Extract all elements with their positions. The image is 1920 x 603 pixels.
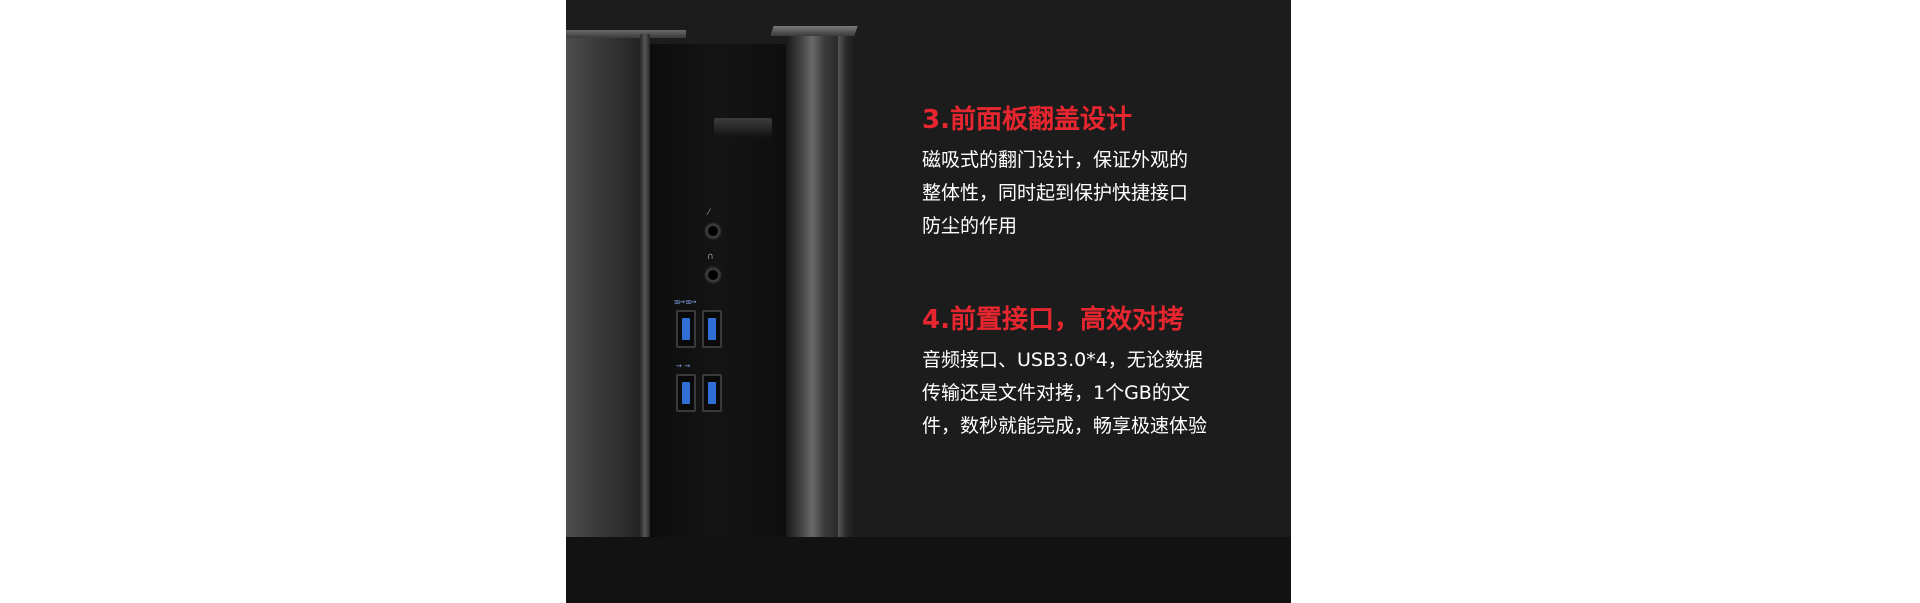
section-1-line: 磁吸式的翻门设计，保证外观的 bbox=[922, 149, 1189, 171]
usb-icon: ⇝ ⇝ bbox=[676, 362, 690, 370]
section-2-description: 音频接口、USB3.0*4，无论数据 传输还是文件对拷，1个GB的文 件，数秒就… bbox=[922, 344, 1207, 443]
section-1-line: 防尘的作用 bbox=[922, 215, 1018, 237]
usb-port bbox=[676, 310, 696, 348]
product-feature-panel: ⁄ ∩ ss⇝ ss⇝ ⇝ ⇝ 3.前面板翻盖设计 磁吸式的翻门设计，保证外观的… bbox=[566, 0, 1291, 603]
usb-port bbox=[702, 310, 722, 348]
flip-door-top bbox=[770, 26, 858, 36]
headphone-jack bbox=[704, 266, 722, 284]
section-1-heading: 3.前面板翻盖设计 bbox=[922, 105, 1132, 135]
case-side bbox=[566, 32, 640, 537]
case-bezel bbox=[640, 34, 650, 537]
headphone-icon: ∩ bbox=[707, 252, 714, 262]
usb-icon: ss⇝ ss⇝ bbox=[674, 298, 697, 306]
front-port-panel: ⁄ ∩ ss⇝ ss⇝ ⇝ ⇝ bbox=[650, 44, 786, 537]
section-2-line: 件，数秒就能完成，畅享极速体验 bbox=[922, 415, 1208, 437]
pc-case-illustration: ⁄ ∩ ss⇝ ss⇝ ⇝ ⇝ bbox=[566, 0, 876, 537]
section-2-line: 音频接口、USB3.0*4，无论数据 bbox=[922, 349, 1203, 371]
usb-port bbox=[676, 374, 696, 412]
section-2-heading: 4.前置接口，高效对拷 bbox=[922, 305, 1184, 335]
page-canvas: ⁄ ∩ ss⇝ ss⇝ ⇝ ⇝ 3.前面板翻盖设计 磁吸式的翻门设计，保证外观的… bbox=[0, 0, 1920, 603]
section-2-line: 传输还是文件对拷，1个GB的文 bbox=[922, 382, 1190, 404]
microphone-icon: ⁄ bbox=[708, 208, 710, 218]
section-1-line: 整体性，同时起到保护快捷接口 bbox=[922, 182, 1189, 204]
case-top-edge bbox=[566, 30, 686, 38]
flip-door bbox=[786, 30, 838, 537]
door-latch bbox=[714, 118, 772, 138]
footer-band bbox=[566, 537, 1291, 603]
usb-port bbox=[702, 374, 722, 412]
flip-door-edge bbox=[838, 36, 854, 537]
microphone-jack bbox=[704, 222, 722, 240]
section-1-description: 磁吸式的翻门设计，保证外观的 整体性，同时起到保护快捷接口 防尘的作用 bbox=[922, 144, 1188, 243]
